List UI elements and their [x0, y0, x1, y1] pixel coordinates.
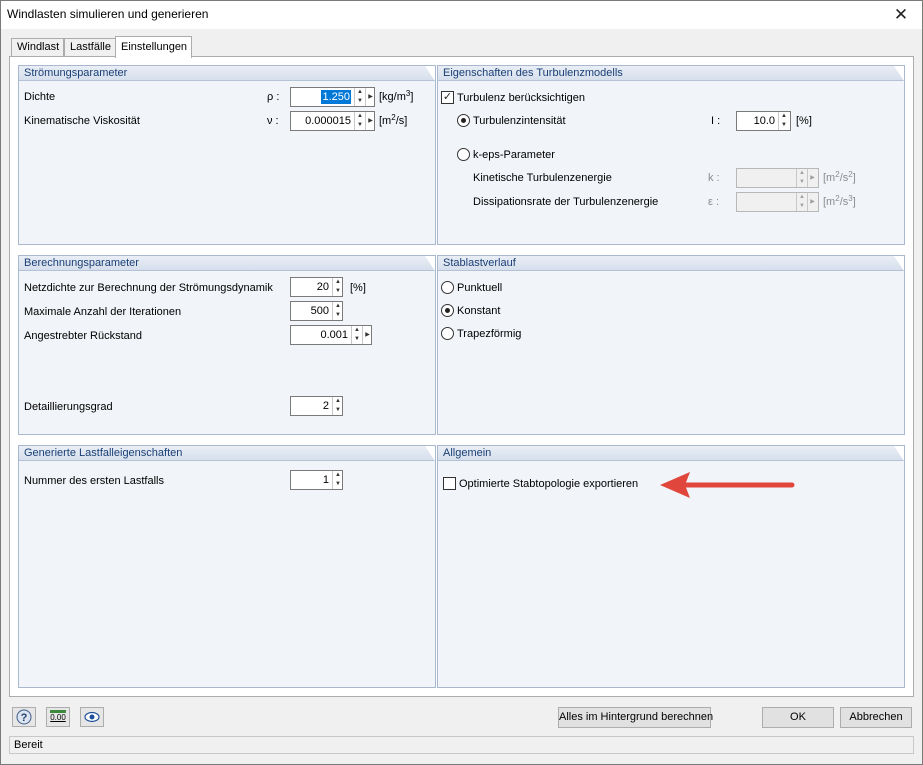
kinetisch-more-button[interactable]: ▶	[807, 169, 817, 187]
kinetisch-input[interactable]: ▲ ▼ ▶	[736, 168, 819, 188]
netzdichte-spinner[interactable]: ▲ ▼	[332, 278, 343, 296]
viskositaet-value: 0.000015	[305, 115, 351, 127]
dissipation-label: Dissipationsrate der Turbulenzenergie	[473, 196, 659, 208]
dichte-input[interactable]: 1.250 ▲ ▼ ▶	[290, 87, 375, 107]
viskositaet-unit: [m2/s]	[379, 113, 408, 128]
tab-lastfaelle[interactable]: Lastfälle	[64, 38, 116, 57]
group-title: Eigenschaften des Turbulenzmodells	[443, 67, 623, 79]
status-text: Bereit	[14, 739, 43, 751]
viskositaet-spinner[interactable]: ▲ ▼	[354, 112, 365, 130]
dichte-symbol: ρ :	[267, 91, 280, 103]
title-bar: Windlasten simulieren und generieren ✕	[1, 1, 922, 29]
tab-content-einstellungen: Strömungsparameter Dichte ρ : 1.250 ▲ ▼ ▶…	[9, 56, 914, 697]
group-berechnungsparameter: Berechnungsparameter Netzdichte zur Bere…	[18, 255, 436, 435]
dichte-spinner[interactable]: ▲ ▼	[354, 88, 365, 106]
keps-label: k-eps-Parameter	[473, 149, 555, 161]
detaillierung-spinner[interactable]: ▲ ▼	[332, 397, 343, 415]
rueckstand-input[interactable]: 0.001 ▲ ▼ ▶	[290, 325, 372, 345]
rueckstand-more-button[interactable]: ▶	[362, 326, 372, 344]
eye-icon[interactable]	[80, 707, 104, 727]
turbulenzintensitaet-input[interactable]: 10.0 ▲ ▼	[736, 111, 791, 131]
konstant-radio[interactable]	[441, 304, 454, 317]
detaillierung-value: 2	[322, 400, 329, 412]
optimiert-checkbox[interactable]	[443, 477, 456, 490]
turbulenz-checkbox[interactable]: ✓	[441, 91, 454, 104]
group-lastfalleigenschaften: Generierte Lastfalleigenschaften Nummer …	[18, 445, 436, 688]
tab-windlast[interactable]: Windlast	[11, 38, 64, 57]
dissipation-more-button[interactable]: ▶	[807, 193, 817, 211]
viskositaet-more-button[interactable]: ▶	[365, 112, 375, 130]
cancel-button[interactable]: Abbrechen	[840, 707, 912, 728]
group-title: Strömungsparameter	[24, 67, 128, 79]
dissipation-unit: [m2/s3]	[823, 194, 856, 209]
ok-button[interactable]: OK	[762, 707, 834, 728]
keps-radio[interactable]	[457, 148, 470, 161]
group-title: Stablastverlauf	[443, 257, 516, 269]
dichte-value: 1.250	[321, 90, 351, 104]
iterationen-label: Maximale Anzahl der Iterationen	[24, 306, 182, 318]
group-title: Allgemein	[443, 447, 492, 459]
konstant-label: Konstant	[457, 305, 501, 317]
dissipation-symbol: ε :	[708, 196, 720, 208]
lastfall-nummer-value: 1	[322, 474, 329, 486]
units-icon[interactable]: 0.00	[46, 707, 70, 727]
status-bar: Bereit	[9, 736, 914, 754]
group-stablastverlauf: Stablastverlauf Punktuell Konstant Trape…	[437, 255, 905, 435]
netzdichte-unit: [%]	[350, 282, 366, 294]
turbulenzintensitaet-spinner[interactable]: ▲ ▼	[778, 112, 789, 130]
window-title: Windlasten simulieren und generieren	[7, 7, 209, 21]
turbulenzintensitaet-value: 10.0	[753, 115, 775, 127]
lastfall-nummer-label: Nummer des ersten Lastfalls	[24, 475, 164, 487]
iterationen-input[interactable]: 500 ▲ ▼	[290, 301, 343, 321]
dialog-window: Windlasten simulieren und generieren ✕ W…	[0, 0, 923, 765]
detaillierung-label: Detaillierungsgrad	[24, 401, 113, 413]
tab-einstellungen[interactable]: Einstellungen	[115, 36, 192, 58]
svg-text:?: ?	[21, 712, 28, 724]
turbulenzintensitaet-radio[interactable]	[457, 114, 470, 127]
rueckstand-value: 0.001	[320, 329, 348, 341]
iterationen-spinner[interactable]: ▲ ▼	[332, 302, 343, 320]
turbulenzintensitaet-label: Turbulenzintensität	[473, 115, 566, 127]
kinetisch-value	[737, 169, 796, 187]
netzdichte-label: Netzdichte zur Berechnung der Strömungsd…	[24, 282, 273, 294]
rueckstand-label: Angestrebter Rückstand	[24, 330, 143, 342]
kinetisch-unit: [m2/s2]	[823, 170, 856, 185]
optimiert-label: Optimierte Stabtopologie exportieren	[459, 478, 639, 490]
turbulenzintensitaet-unit: [%]	[796, 115, 812, 127]
group-stroemungsparameter: Strömungsparameter Dichte ρ : 1.250 ▲ ▼ ▶…	[18, 65, 436, 245]
netzdichte-input[interactable]: 20 ▲ ▼	[290, 277, 343, 297]
punktuell-label: Punktuell	[457, 282, 503, 294]
kinetisch-spinner[interactable]: ▲ ▼	[796, 169, 807, 187]
kinetisch-symbol: k :	[708, 172, 720, 184]
lastfall-nummer-spinner[interactable]: ▲ ▼	[332, 471, 343, 489]
dissipation-input[interactable]: ▲ ▼ ▶	[736, 192, 819, 212]
kinetisch-label: Kinetische Turbulenzenergie	[473, 172, 612, 184]
viskositaet-label: Kinematische Viskosität	[24, 115, 140, 127]
viskositaet-input[interactable]: 0.000015 ▲ ▼ ▶	[290, 111, 375, 131]
help-icon[interactable]: ?	[12, 707, 36, 727]
trapezfoermig-radio[interactable]	[441, 327, 454, 340]
group-turbulenzmodell: Eigenschaften des Turbulenzmodells ✓ Tur…	[437, 65, 905, 245]
detaillierung-input[interactable]: 2 ▲ ▼	[290, 396, 343, 416]
annotation-arrow	[660, 472, 795, 498]
trapezfoermig-label: Trapezförmig	[457, 328, 522, 340]
iterationen-value: 500	[310, 305, 329, 317]
turbulenz-checkbox-label: Turbulenz berücksichtigen	[457, 92, 585, 104]
dichte-label: Dichte	[24, 91, 56, 103]
rueckstand-spinner[interactable]: ▲ ▼	[351, 326, 362, 344]
turbulenzintensitaet-symbol: I :	[711, 115, 721, 127]
dichte-unit: [kg/m3]	[379, 89, 414, 104]
group-title: Berechnungsparameter	[24, 257, 139, 269]
lastfall-nummer-input[interactable]: 1 ▲ ▼	[290, 470, 343, 490]
dichte-more-button[interactable]: ▶	[365, 88, 375, 106]
punktuell-radio[interactable]	[441, 281, 454, 294]
viskositaet-symbol: ν :	[267, 115, 279, 127]
dissipation-spinner[interactable]: ▲ ▼	[796, 193, 807, 211]
group-allgemein: Allgemein Optimierte Stabtopologie expor…	[437, 445, 905, 688]
group-title: Generierte Lastfalleigenschaften	[24, 447, 183, 459]
close-button[interactable]: ✕	[884, 1, 918, 29]
netzdichte-value: 20	[316, 281, 329, 293]
dissipation-value	[737, 193, 796, 211]
background-calc-button[interactable]: Alles im Hintergrund berechnen	[558, 707, 713, 728]
